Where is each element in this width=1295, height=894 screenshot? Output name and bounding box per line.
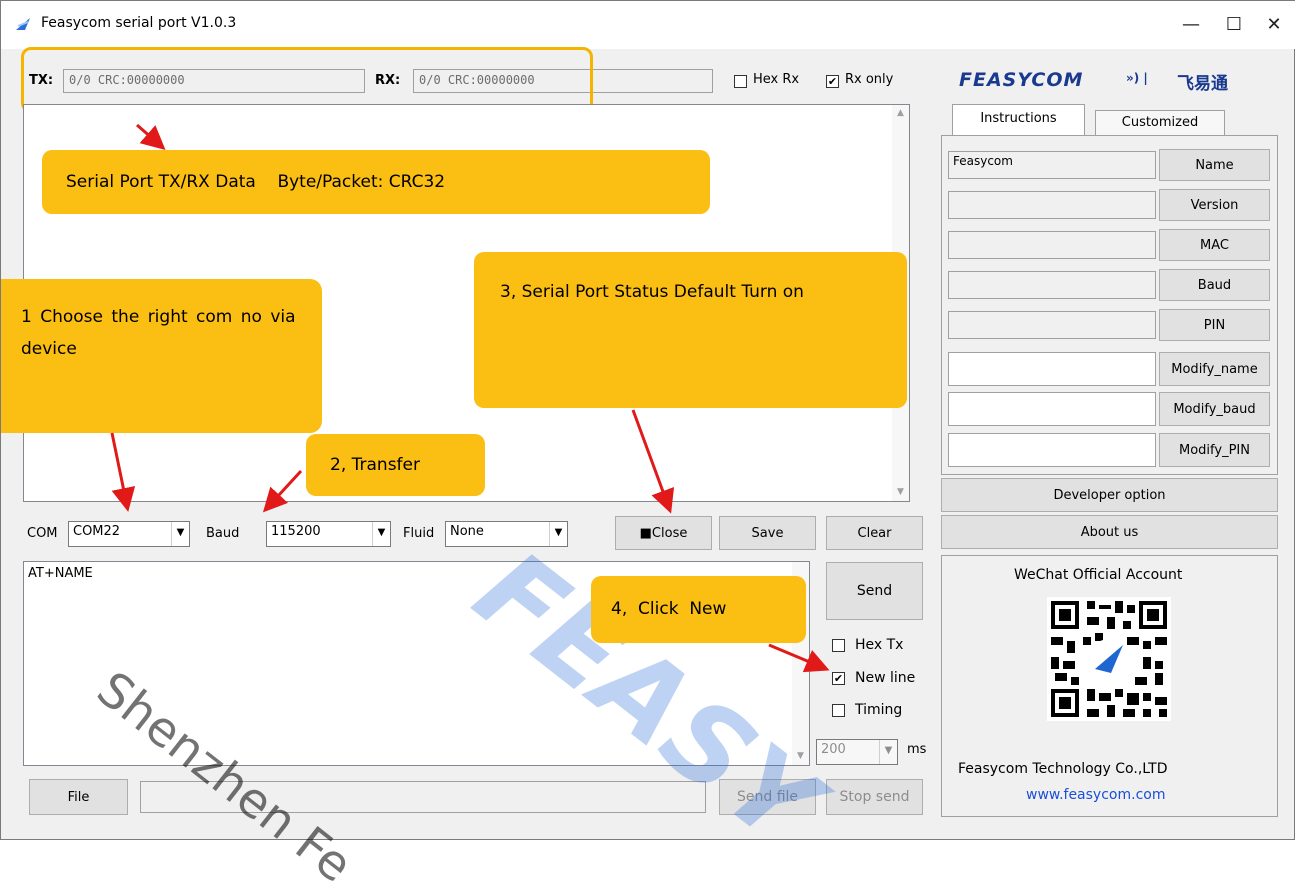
annotation-arrows [110, 123, 830, 673]
arrow-to-close-icon [631, 409, 675, 514]
arrow-to-baud-icon [262, 469, 303, 513]
arrow-to-status-icon [136, 123, 166, 150]
arrow-to-com-icon [110, 432, 136, 512]
app-window: Feasycom serial port V1.0.3 — ☐ ✕ TX: 0/… [0, 0, 1295, 894]
arrow-to-newline-icon [768, 643, 830, 673]
